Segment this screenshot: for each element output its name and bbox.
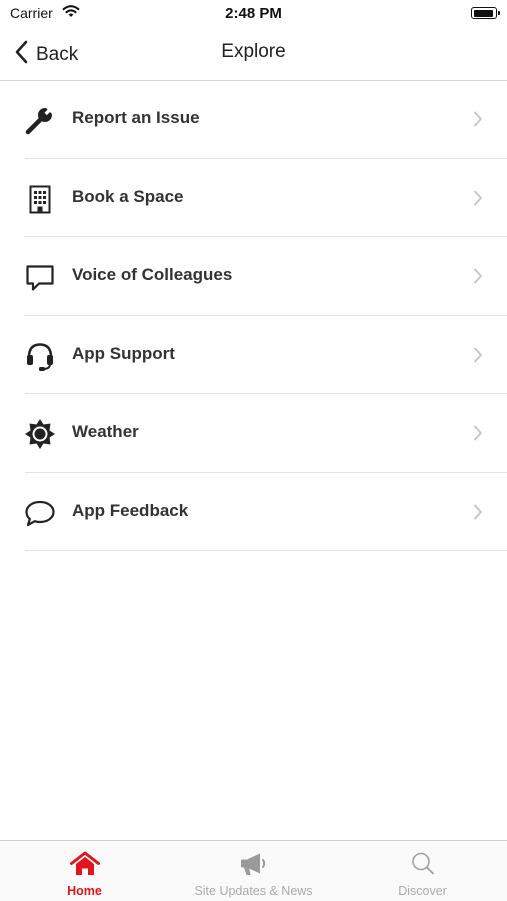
tab-label: Discover <box>398 884 447 898</box>
menu-item-label: Weather <box>72 422 139 441</box>
divider <box>25 550 507 551</box>
menu-item-app-feedback[interactable]: App Feedback <box>0 473 507 551</box>
back-button[interactable]: Back <box>14 40 78 69</box>
tab-discover[interactable]: Discover <box>338 841 507 901</box>
megaphone-icon <box>169 851 338 877</box>
building-icon <box>24 183 56 215</box>
chevron-right-icon <box>473 190 483 211</box>
chevron-right-icon <box>473 504 483 525</box>
back-label: Back <box>36 43 79 65</box>
menu-item-label: Report an Issue <box>72 108 200 127</box>
sun-icon <box>24 418 56 450</box>
chevron-right-icon <box>473 111 483 132</box>
chat-bubble-icon <box>24 261 56 293</box>
home-icon <box>0 851 169 877</box>
menu-item-app-support[interactable]: App Support <box>0 316 507 394</box>
chevron-right-icon <box>473 268 483 289</box>
menu-item-label: App Feedback <box>72 500 189 520</box>
status-bar: Carrier 2:48 PM <box>0 0 507 28</box>
battery-icon <box>471 7 500 19</box>
chevron-right-icon <box>473 425 483 446</box>
menu-item-weather[interactable]: Weather <box>0 394 507 473</box>
wrench-icon <box>24 104 56 136</box>
headset-icon <box>24 340 56 372</box>
menu-item-label: Book a Space <box>72 186 184 206</box>
tab-bar: Home Site Updates & News Discover <box>0 840 507 901</box>
tab-label: Site Updates & News <box>194 884 313 898</box>
tab-home[interactable]: Home <box>0 841 169 901</box>
menu-item-label: App Support <box>72 343 175 363</box>
chevron-right-icon <box>473 347 483 368</box>
menu-item-label: Voice of Colleagues <box>72 265 233 284</box>
tab-label: Home <box>67 884 102 898</box>
explore-menu-list: Report an Issue Book a Space Voice of Co… <box>0 80 507 551</box>
tab-site-updates-news[interactable]: Site Updates & News <box>169 841 338 901</box>
menu-item-report-an-issue[interactable]: Report an Issue <box>0 80 507 159</box>
menu-item-book-a-space[interactable]: Book a Space <box>0 159 507 237</box>
menu-item-voice-of-colleagues[interactable]: Voice of Colleagues <box>0 237 507 316</box>
navigation-bar: Back Explore <box>0 28 507 81</box>
chevron-left-icon <box>14 40 28 69</box>
speech-bubble-icon <box>24 497 56 529</box>
status-time: 2:48 PM <box>225 5 282 22</box>
search-icon <box>338 851 507 877</box>
